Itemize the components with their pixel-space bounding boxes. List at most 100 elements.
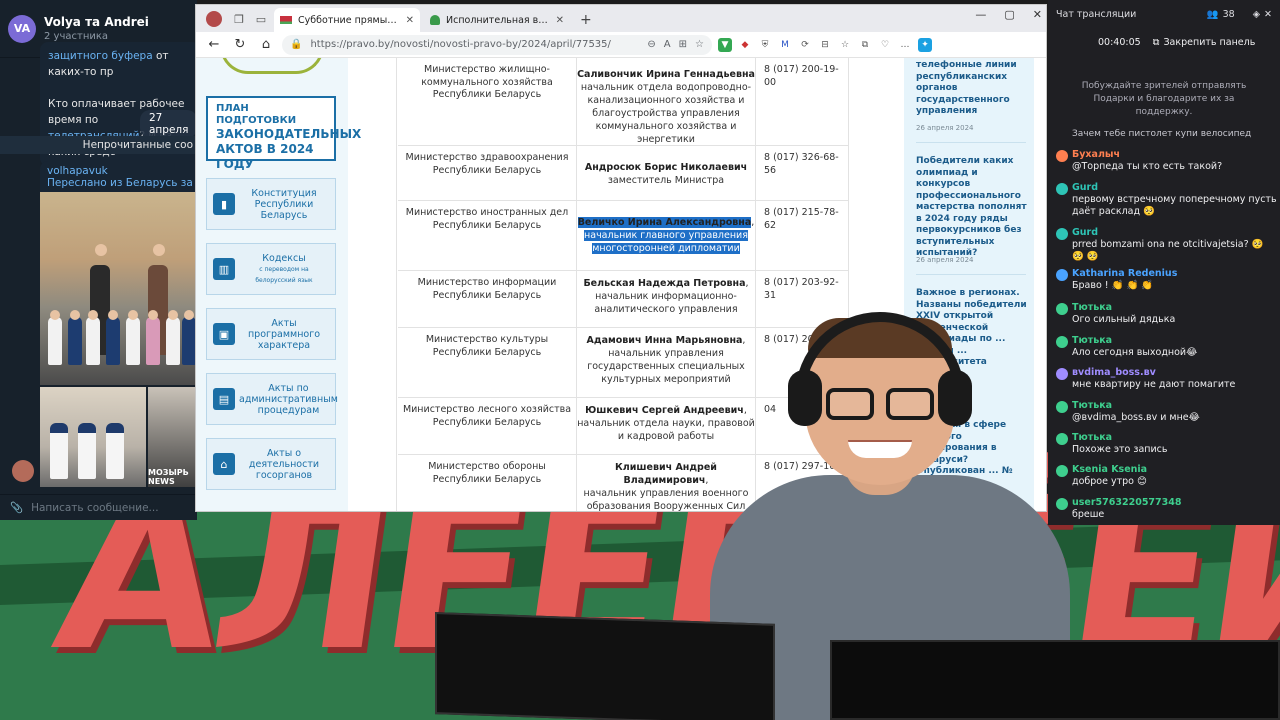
news-sidebar: телефонные линии республиканских органов… xyxy=(904,58,1034,511)
chat-message[interactable]: Тютька Ало сегодня выходной😂 xyxy=(1052,335,1278,359)
chat-username[interactable]: Тютька xyxy=(1072,400,1278,412)
news-link[interactable]: Важное в регионах. Названы победители XX… xyxy=(916,288,1031,369)
chat-avatar[interactable] xyxy=(1056,150,1068,162)
mail-extension-icon[interactable]: M xyxy=(778,38,792,52)
chat-message[interactable]: Тютька Похоже это запись xyxy=(1052,432,1278,456)
chat-avatar[interactable] xyxy=(1056,269,1068,281)
chat-avatar[interactable] xyxy=(1056,303,1068,315)
live-chat-panel: Чат трансляции 👥 38 ◈ ✕ 00:40:05 ⧉ Закреп… xyxy=(1048,0,1280,525)
left-sidebar: ПЛАН ПОДГОТОВКИ ЗАКОНОДАТЕЛЬНЫХ АКТОВ В … xyxy=(196,58,361,511)
chat-username[interactable]: Тютька xyxy=(1072,335,1278,347)
message-link[interactable]: защитного буфера xyxy=(48,50,153,62)
chat-username[interactable]: Ksenia Ksenia xyxy=(1072,464,1278,476)
chat-message[interactable]: Тютька @вvdima_boss.вv и мне😂 xyxy=(1052,400,1278,424)
message-input[interactable]: 📎 Написать сообщение... xyxy=(0,494,197,520)
workspaces-icon[interactable]: ❐ xyxy=(230,10,248,28)
shield-extension-icon[interactable]: ◆ xyxy=(738,38,752,52)
chat-message[interactable]: Тютька Ого сильный дядька xyxy=(1052,302,1278,326)
profile-avatar[interactable] xyxy=(206,11,222,27)
close-window-button[interactable]: ✕ xyxy=(1033,8,1042,21)
app-icon[interactable]: ⊞ xyxy=(679,39,687,50)
url-field[interactable]: 🔒 https://pravo.by/novosti/novosti-pravo… xyxy=(282,34,712,55)
tab-pravo[interactable]: Субботние прямые телефонны ✕ xyxy=(274,8,420,32)
chat-username[interactable]: user5763220577348 xyxy=(1072,497,1278,509)
tab-actions-icon[interactable]: ▭ xyxy=(252,10,270,28)
chat-username[interactable]: Тютька xyxy=(1072,302,1278,314)
close-tab-icon[interactable]: ✕ xyxy=(406,15,414,26)
refresh-extension-icon[interactable]: ⟳ xyxy=(798,38,812,52)
plan-banner[interactable]: ПЛАН ПОДГОТОВКИ ЗАКОНОДАТЕЛЬНЫХ АКТОВ В … xyxy=(206,96,361,171)
chat-username[interactable]: Gurd xyxy=(1072,182,1278,194)
favorites-icon[interactable]: ☆ xyxy=(838,38,852,52)
chat-avatar[interactable] xyxy=(1056,465,1068,477)
collections-icon[interactable]: ⧉ xyxy=(858,38,872,52)
chat-username[interactable]: вvdima_boss.вv xyxy=(1072,367,1278,379)
adblock-extension-icon[interactable]: ⛨ xyxy=(758,38,772,52)
nav-state-bodies[interactable]: ⌂ Акты о деятельности госорганов xyxy=(206,438,336,490)
new-tab-button[interactable]: + xyxy=(580,12,592,28)
message-photo[interactable] xyxy=(40,192,197,385)
chat-avatar[interactable] xyxy=(1056,368,1068,380)
news-link[interactable]: Победители каких олимпиад и конкурсов пр… xyxy=(916,156,1031,260)
lock-icon[interactable]: 🔒 xyxy=(290,39,302,50)
zoom-icon[interactable]: ⊖ xyxy=(647,39,655,50)
chat-message[interactable]: Ksenia Ksenia доброе утро 😊 xyxy=(1052,464,1278,488)
chat-message-text: @вvdima_boss.вv и мне😂 xyxy=(1072,412,1200,423)
back-icon[interactable]: ← xyxy=(204,37,224,52)
tab-executive[interactable]: Исполнительная власть | | Лиса ✕ xyxy=(424,8,570,32)
codes-icon: ▥ xyxy=(213,258,235,280)
message-photo[interactable] xyxy=(40,387,146,487)
cell-position[interactable]: начальник главного управления многосторо… xyxy=(584,230,748,254)
chat-avatar[interactable] xyxy=(1056,336,1068,348)
avatar[interactable]: VA xyxy=(8,14,36,43)
forwarded-header[interactable]: volhapavuk Переслано из Беларусь за МКАД xyxy=(40,161,197,195)
attach-icon[interactable]: 📎 xyxy=(10,501,23,514)
chat-username[interactable]: Gurd xyxy=(1072,227,1278,239)
sender-avatar[interactable] xyxy=(12,460,34,482)
pin-panel-button[interactable]: ⧉ Закрепить панель xyxy=(1153,37,1256,48)
chat-username[interactable]: Katharina Redenius xyxy=(1072,268,1278,280)
forward-author[interactable]: volhapavuk xyxy=(47,165,190,177)
stream-timer: 00:40:05 xyxy=(1098,36,1141,48)
news-link[interactable]: телефонные линии республиканских органов… xyxy=(916,60,1031,118)
telegram-panel: VA Volya та Andrei 2 участника защитного… xyxy=(0,0,197,520)
cell-person-name[interactable]: Величко Ирина Александровна xyxy=(578,217,752,228)
maximize-button[interactable]: ▢ xyxy=(1004,8,1014,21)
download-extension-icon[interactable]: ▼ xyxy=(718,37,732,52)
chat-avatar[interactable] xyxy=(1056,183,1068,195)
chat-message[interactable]: user5763220577348 бреше xyxy=(1052,497,1278,521)
chat-avatar[interactable] xyxy=(1056,401,1068,413)
copilot-icon[interactable]: ✦ xyxy=(918,37,932,52)
chat-message[interactable]: Бухалыч @Торпеда ты кто есть такой? xyxy=(1052,149,1278,173)
nav-program-acts[interactable]: ▣ Акты программного характера xyxy=(206,308,336,360)
chat-message-text: первому встречному поперечному пусть даё… xyxy=(1072,194,1277,217)
nav-constitution[interactable]: ▮ Конституция Республики Беларусь xyxy=(206,178,336,230)
chat-avatar[interactable] xyxy=(1056,433,1068,445)
chat-username[interactable]: Тютька xyxy=(1072,432,1278,444)
favorite-star-icon[interactable]: ☆ xyxy=(695,39,704,50)
gift-icon[interactable]: ◈ xyxy=(1253,9,1260,20)
forward-source[interactable]: Переслано из Беларусь за МКАД xyxy=(47,177,197,189)
news-link[interactable]: ...енится в сфере ...енного ...улировани… xyxy=(916,420,1031,489)
cell-position: заместитель Министра xyxy=(607,175,725,186)
chat-message[interactable]: Gurd первому встречному поперечному пусть… xyxy=(1052,182,1278,218)
chat-avatar[interactable] xyxy=(1056,498,1068,510)
chat-username[interactable]: Бухалыч xyxy=(1072,149,1278,161)
more-menu-icon[interactable]: … xyxy=(898,38,912,52)
minimize-button[interactable]: — xyxy=(975,8,986,21)
read-aloud-icon[interactable]: A xyxy=(664,39,671,50)
reload-icon[interactable]: ↻ xyxy=(230,37,250,52)
split-screen-icon[interactable]: ⊟ xyxy=(818,38,832,52)
nav-admin-procedures[interactable]: ▤ Акты по административным процедурам xyxy=(206,373,338,425)
browser-essentials-icon[interactable]: ♡ xyxy=(878,38,892,52)
home-icon[interactable]: ⌂ xyxy=(256,37,276,52)
unread-divider: Непрочитанные соо xyxy=(0,136,197,154)
chat-avatar[interactable] xyxy=(1056,228,1068,240)
nav-codes[interactable]: ▥ Кодексы с переводом на белорусский язык xyxy=(206,243,336,295)
chat-message[interactable]: вvdima_boss.вv мне квартиру не дают помаг… xyxy=(1052,367,1278,391)
close-tab-icon[interactable]: ✕ xyxy=(556,15,564,26)
viewer-count[interactable]: 👥 38 ◈ ✕ xyxy=(1207,9,1272,20)
chat-message[interactable]: Katharina Redenius Браво ! 👏 👏 👏 xyxy=(1052,268,1278,292)
chat-message[interactable]: Gurd prred bomzami ona ne otcitivajetsia?… xyxy=(1052,227,1278,263)
close-icon[interactable]: ✕ xyxy=(1264,9,1272,20)
